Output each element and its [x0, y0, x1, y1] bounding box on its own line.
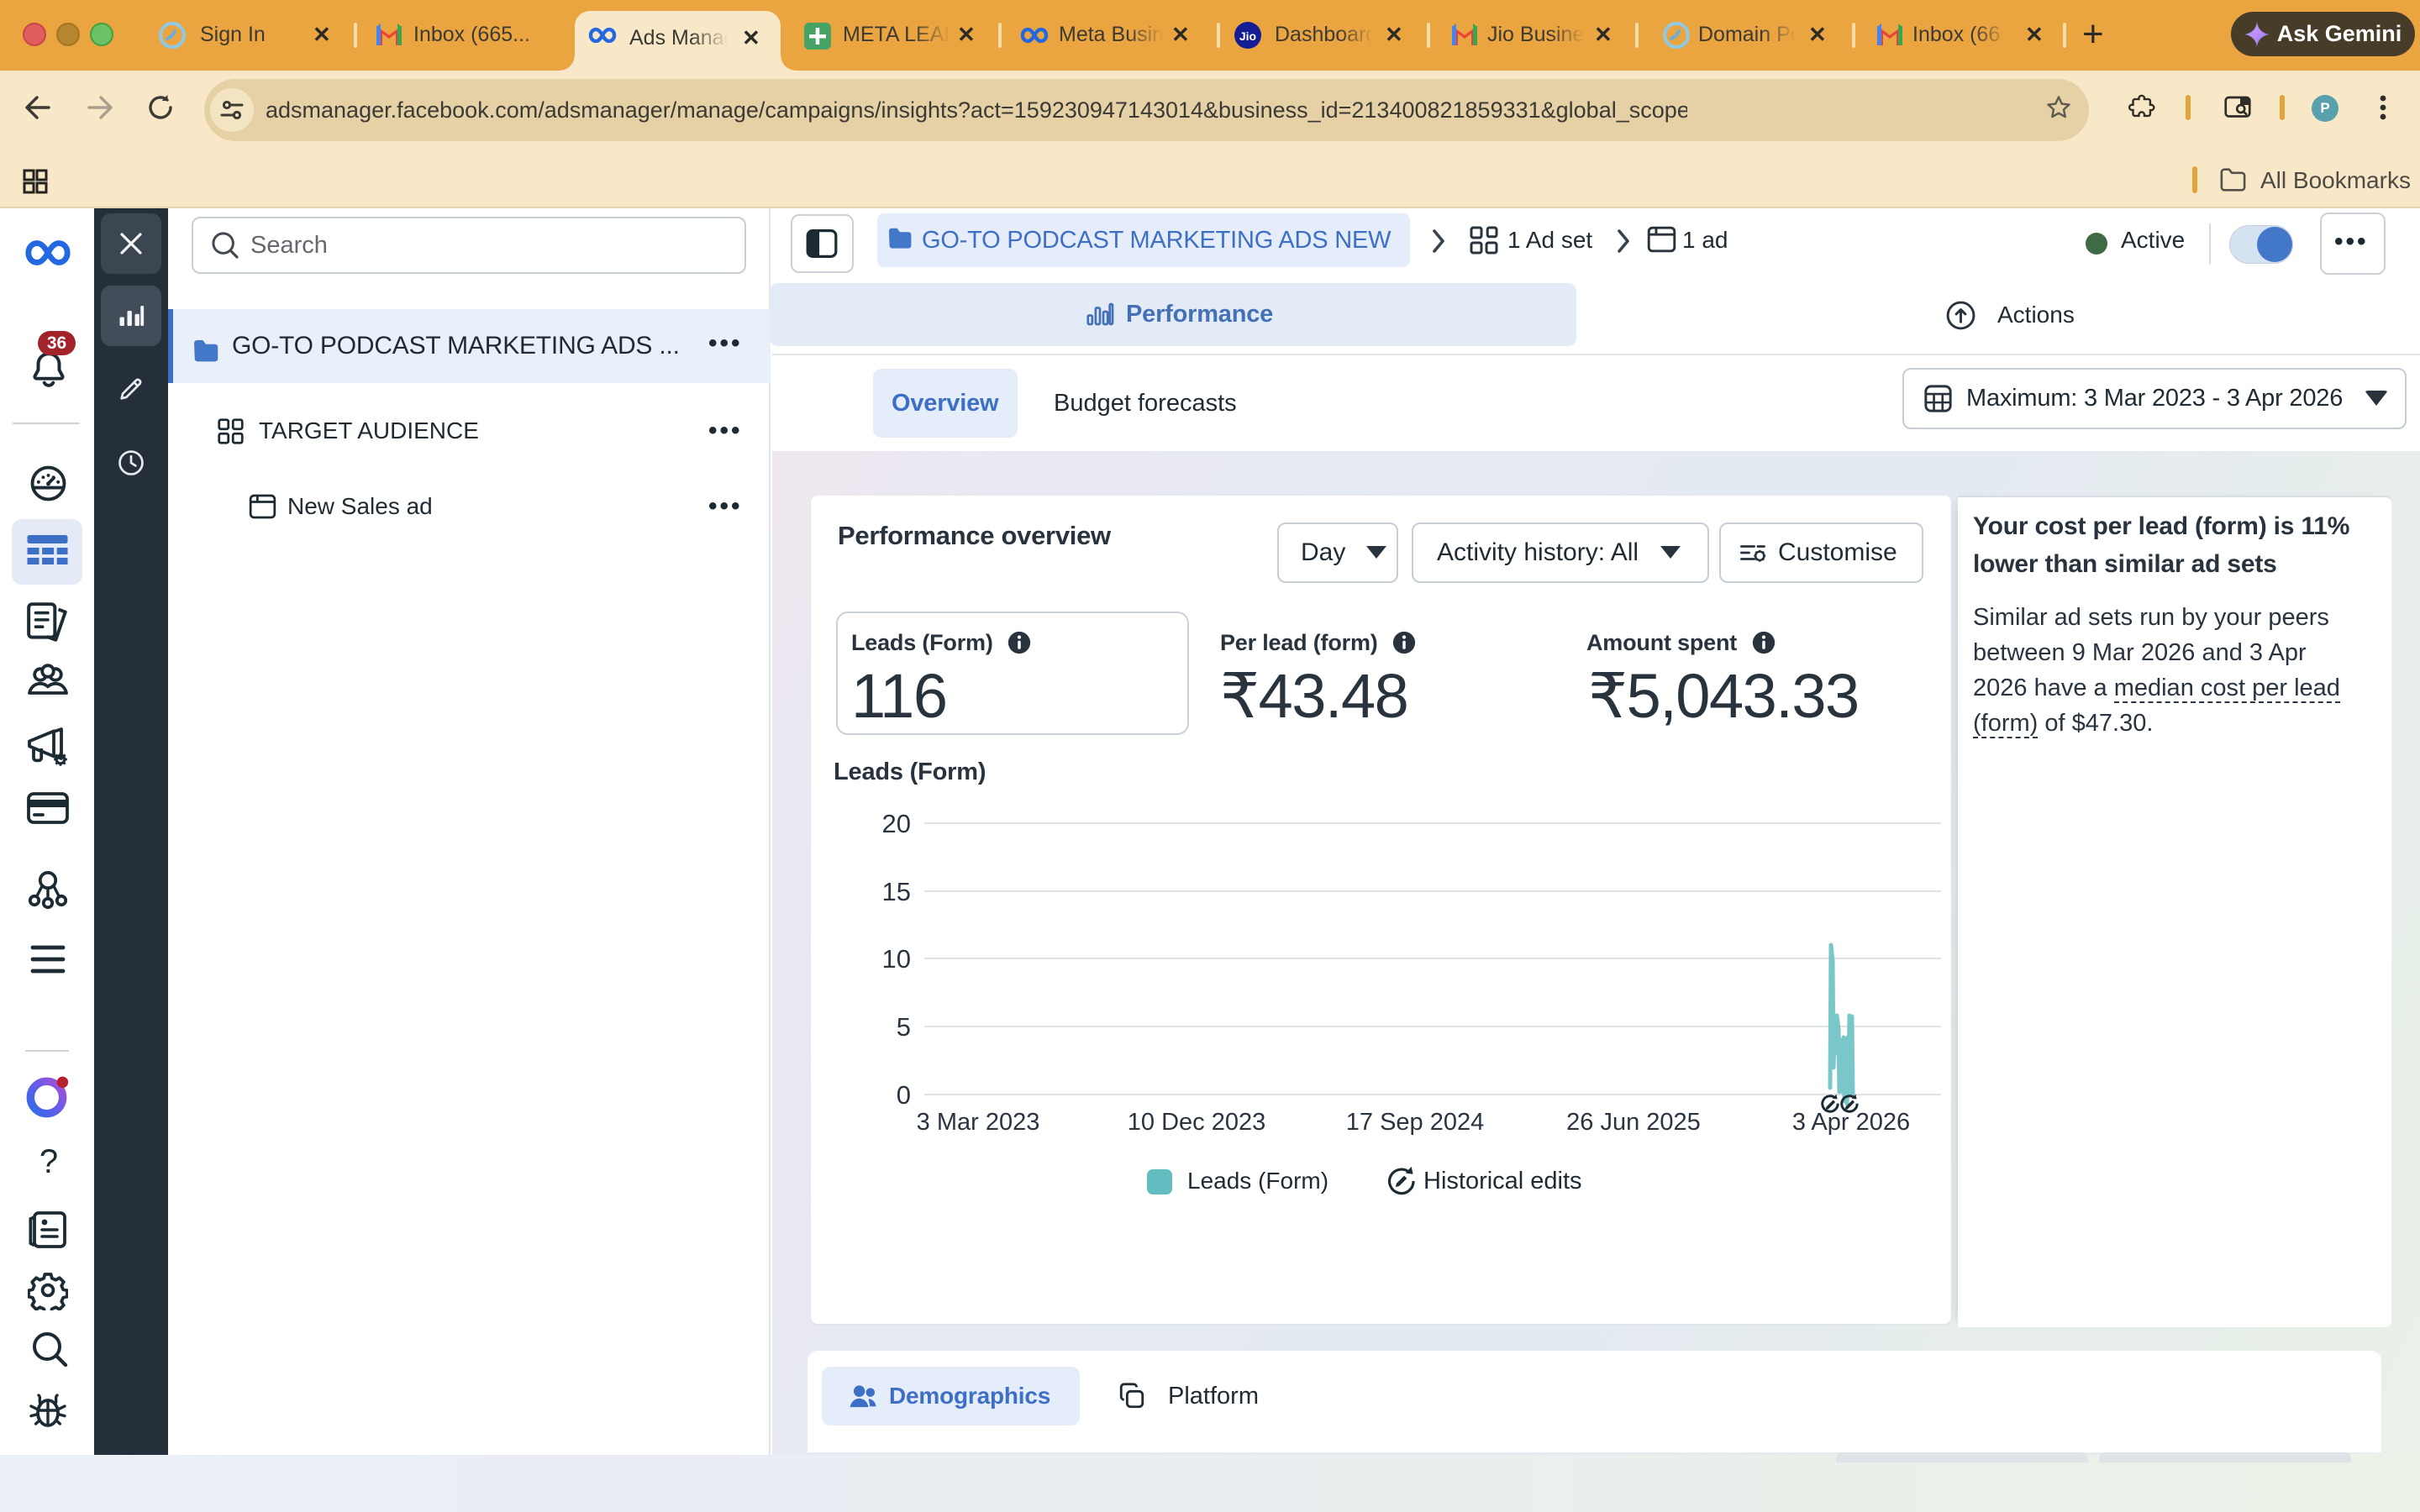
svg-text:10: 10: [882, 944, 911, 974]
svg-text:26 Jun 2025: 26 Jun 2025: [1566, 1109, 1701, 1136]
svg-text:3 Apr 2026: 3 Apr 2026: [1792, 1109, 1910, 1136]
svg-text:17 Sep 2024: 17 Sep 2024: [1346, 1109, 1484, 1136]
svg-text:10 Dec 2023: 10 Dec 2023: [1128, 1109, 1265, 1136]
svg-text:5: 5: [897, 1012, 911, 1042]
svg-text:0: 0: [897, 1080, 911, 1110]
svg-text:20: 20: [882, 809, 911, 838]
svg-text:Jio: Jio: [1239, 29, 1256, 43]
svg-text:3 Mar 2023: 3 Mar 2023: [917, 1109, 1040, 1136]
svg-text:15: 15: [882, 877, 911, 906]
